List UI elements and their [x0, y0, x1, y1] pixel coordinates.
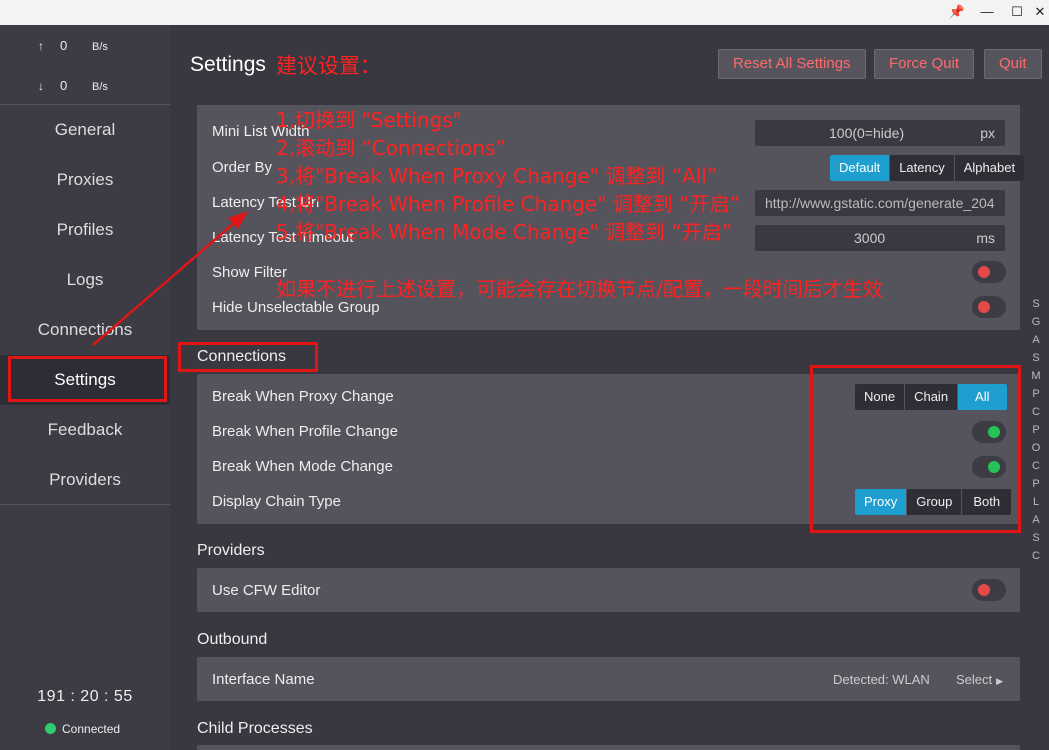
annotation-arrow [92, 211, 248, 346]
